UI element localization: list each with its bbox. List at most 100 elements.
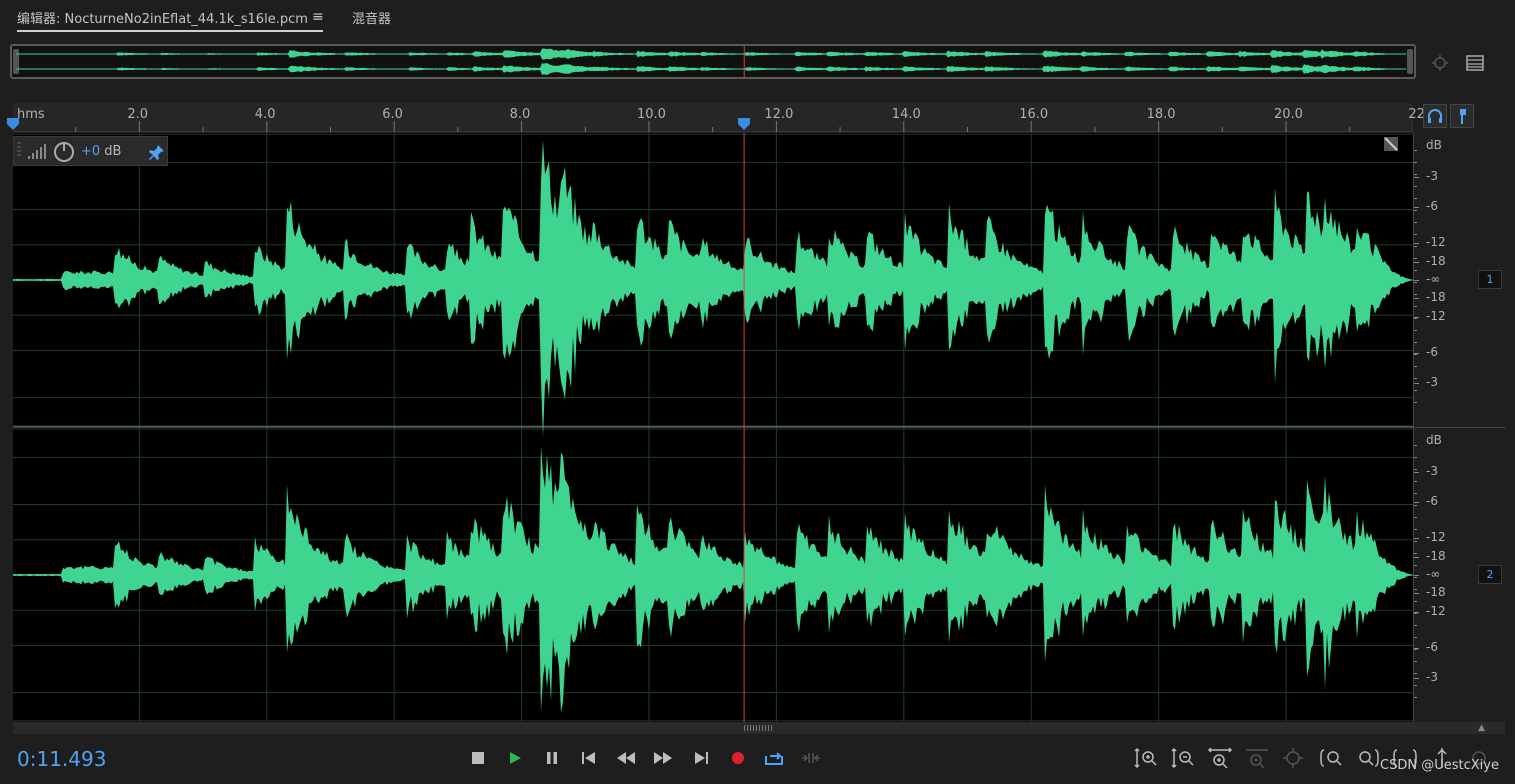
pause-button[interactable] <box>541 748 563 768</box>
db-label: -3 <box>1426 169 1438 183</box>
start-marker-icon[interactable] <box>5 116 21 132</box>
db-minor-tick <box>1414 150 1417 151</box>
channel-1-badge[interactable]: 1 <box>1478 270 1502 289</box>
fast-forward-icon <box>654 752 672 764</box>
amplitude-scale: dB -3 -6 -12 -18 -∞ -18 -12 -6 -3 1 dB -3 -6 -12 -18 -∞ -… <box>1413 133 1506 722</box>
db-tick <box>1414 472 1419 473</box>
db-minor-tick <box>1414 553 1417 554</box>
ruler-tick-label: 18.0 <box>1146 107 1176 122</box>
gain-knob-icon[interactable] <box>52 140 76 164</box>
db-tick <box>1414 177 1419 178</box>
zoom-out-time-icon[interactable] <box>1244 746 1270 770</box>
db-minor-tick <box>1414 649 1417 650</box>
skip-to-end-icon <box>695 752 708 764</box>
fullscreen-toggle-icon[interactable] <box>1383 136 1399 152</box>
amplitude-hud[interactable]: +0 dB <box>13 136 168 166</box>
fast-forward-button[interactable] <box>652 748 674 768</box>
db-minor-tick <box>1414 565 1417 566</box>
zoom-selection-start-icon[interactable] <box>1318 746 1344 770</box>
watermark: CSDN @UestcXiye <box>1380 758 1499 773</box>
ruler-tick-label: 2.0 <box>127 107 149 122</box>
db-label: -18 <box>1426 290 1446 304</box>
db-label: -18 <box>1426 549 1446 563</box>
play-button[interactable] <box>504 748 526 768</box>
ruler-tick-label: 20.0 <box>1274 107 1303 122</box>
rewind-button[interactable] <box>615 748 637 768</box>
ruler-ticks <box>75 121 1413 132</box>
db-label: -6 <box>1426 345 1438 359</box>
db-minor-tick <box>1414 673 1417 674</box>
zoom-in-time-icon[interactable] <box>1207 746 1233 770</box>
skip-to-end-button[interactable] <box>690 748 712 768</box>
ruler-tick-label: 14.0 <box>891 107 921 122</box>
db-minor-tick <box>1414 294 1417 295</box>
db-minor-tick <box>1414 402 1417 403</box>
db-tick <box>1414 383 1419 384</box>
stop-button[interactable] <box>467 748 489 768</box>
db-label: -12 <box>1426 235 1446 249</box>
db-minor-tick <box>1414 174 1417 175</box>
channel-2-badge[interactable]: 2 <box>1478 565 1502 584</box>
zoom-in-amplitude-icon[interactable] <box>1133 746 1159 770</box>
db-minor-tick <box>1414 685 1417 686</box>
waveform-display[interactable] <box>13 133 1413 722</box>
pin-hud-icon[interactable] <box>148 143 166 161</box>
db-minor-tick <box>1414 541 1417 542</box>
db-tick <box>1414 262 1419 263</box>
db-label: -3 <box>1426 375 1438 389</box>
headphones-icon <box>1428 109 1442 123</box>
loop-button[interactable] <box>763 748 785 768</box>
record-button[interactable] <box>727 748 749 768</box>
tab-editor[interactable]: 编辑器: NocturneNo2inEflat_44.1k_s16le.pcm <box>17 8 323 32</box>
db-label: -18 <box>1426 254 1446 268</box>
ruler-tick-label: 16.0 <box>1019 107 1049 122</box>
db-minor-tick <box>1414 270 1417 271</box>
ruler-tick-label: 8.0 <box>509 107 531 122</box>
zoom-to-selection-icon[interactable] <box>1430 54 1450 72</box>
db-minor-tick <box>1414 342 1417 343</box>
panel-menu-icon[interactable]: ≡ <box>312 9 324 25</box>
hud-grip-icon[interactable] <box>16 141 22 161</box>
db-minor-tick <box>1414 210 1417 211</box>
time-ruler[interactable]: hms 2.0 4.0 6.0 8.0 10.0 12.0 14.0 16.0 18.0 20.0… <box>13 103 1425 132</box>
current-time-display[interactable]: 0:11.493 <box>17 747 106 771</box>
marker-pin-button[interactable] <box>1450 104 1474 128</box>
zoom-selection-end-icon[interactable] <box>1355 746 1381 770</box>
db-minor-tick <box>1414 162 1417 163</box>
scroll-up-icon[interactable]: ▲ <box>1478 723 1485 733</box>
db-minor-tick <box>1414 354 1417 355</box>
horizontal-scrollbar[interactable]: ▲ <box>13 722 1505 734</box>
channel-divider <box>1414 427 1506 428</box>
db-label: -3 <box>1426 464 1438 478</box>
rewind-icon <box>617 752 635 764</box>
db-tick <box>1414 280 1419 281</box>
db-label: -12 <box>1426 530 1446 544</box>
skip-selection-button[interactable] <box>800 748 822 768</box>
gain-unit: dB <box>100 144 122 159</box>
audio-editor-window: 编辑器: NocturneNo2inEflat_44.1k_s16le.pcm … <box>0 0 1515 784</box>
zoom-out-amplitude-icon[interactable] <box>1170 746 1196 770</box>
db-label: -18 <box>1426 585 1446 599</box>
db-minor-tick <box>1414 390 1417 391</box>
skip-to-start-icon <box>582 752 595 764</box>
panel-layout-icon[interactable] <box>1465 54 1485 72</box>
db-minor-tick <box>1414 529 1417 530</box>
db-minor-tick <box>1414 697 1417 698</box>
skip-to-start-button[interactable] <box>578 748 600 768</box>
overview-navigator[interactable] <box>10 44 1416 79</box>
scrollbar-grip[interactable] <box>744 725 774 731</box>
playhead-handle-icon[interactable] <box>736 116 752 132</box>
db-minor-tick <box>1414 613 1417 614</box>
panel-tab-bar: 编辑器: NocturneNo2inEflat_44.1k_s16le.pcm … <box>0 0 1515 36</box>
db-minor-tick <box>1414 589 1417 590</box>
tab-editor-label: 编辑器: NocturneNo2inEflat_44.1k_s16le.pcm <box>17 12 308 27</box>
pin-marker-icon <box>1460 109 1466 124</box>
pause-icon <box>547 752 557 764</box>
db-minor-tick <box>1414 637 1417 638</box>
db-tick <box>1414 538 1419 539</box>
db-minor-tick <box>1414 222 1417 223</box>
monitor-button[interactable] <box>1423 104 1447 128</box>
zoom-out-full-icon[interactable] <box>1281 746 1307 770</box>
gain-readout: +0 dB <box>81 144 121 159</box>
tab-mixer[interactable]: 混音器 <box>352 8 391 27</box>
